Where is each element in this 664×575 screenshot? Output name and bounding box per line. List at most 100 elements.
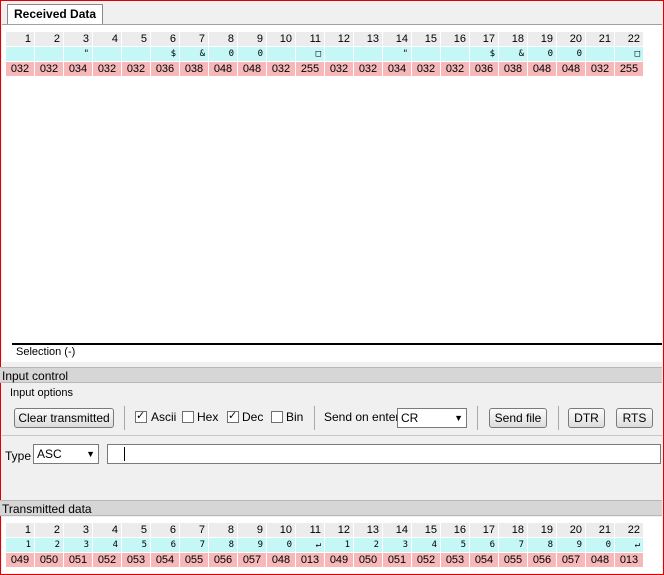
ascii-cell[interactable]: 8 (209, 538, 237, 552)
column-header[interactable]: 3 (64, 32, 92, 46)
column-header[interactable]: 19 (528, 523, 556, 537)
column-header[interactable]: 21 (586, 32, 614, 46)
ascii-cell[interactable]: 4 (93, 538, 121, 552)
column-header[interactable]: 3 (64, 523, 92, 537)
column-header[interactable]: 11 (296, 32, 324, 46)
column-header[interactable]: 12 (325, 32, 353, 46)
ascii-cell[interactable] (325, 47, 353, 61)
send-file-button[interactable]: Send file (489, 408, 547, 428)
column-header[interactable]: 13 (354, 523, 382, 537)
column-header[interactable]: 7 (180, 523, 208, 537)
column-header[interactable]: 14 (383, 32, 411, 46)
ascii-cell[interactable]: ↵ (615, 538, 643, 552)
dec-cell[interactable]: 057 (557, 553, 585, 567)
column-header[interactable]: 18 (499, 32, 527, 46)
dec-cell[interactable]: 056 (528, 553, 556, 567)
dec-cell[interactable]: 032 (267, 62, 295, 76)
ascii-cell[interactable] (412, 47, 440, 61)
column-header[interactable]: 19 (528, 32, 556, 46)
send-on-enter-select[interactable]: CR ▼ (397, 408, 467, 428)
column-header[interactable]: 4 (93, 523, 121, 537)
dec-cell[interactable]: 048 (528, 62, 556, 76)
dec-cell[interactable]: 048 (557, 62, 585, 76)
ascii-cell[interactable] (6, 47, 34, 61)
column-header[interactable]: 12 (325, 523, 353, 537)
dec-cell[interactable]: 051 (64, 553, 92, 567)
ascii-cell[interactable]: □ (296, 47, 324, 61)
dec-cell[interactable]: 052 (93, 553, 121, 567)
column-header[interactable]: 20 (557, 523, 585, 537)
ascii-cell[interactable]: 0 (209, 47, 237, 61)
dec-cell[interactable]: 032 (325, 62, 353, 76)
column-header[interactable]: 21 (586, 523, 614, 537)
column-header[interactable]: 5 (122, 523, 150, 537)
column-header[interactable]: 4 (93, 32, 121, 46)
column-header[interactable]: 22 (615, 32, 643, 46)
column-header[interactable]: 1 (6, 523, 34, 537)
ascii-cell[interactable]: 2 (354, 538, 382, 552)
column-header[interactable]: 2 (35, 32, 63, 46)
ascii-cell[interactable]: □ (615, 47, 643, 61)
ascii-cell[interactable] (441, 47, 469, 61)
column-header[interactable]: 9 (238, 32, 266, 46)
column-header[interactable]: 15 (412, 32, 440, 46)
dec-cell[interactable]: 036 (470, 62, 498, 76)
dec-cell[interactable]: 050 (35, 553, 63, 567)
dec-cell[interactable]: 048 (586, 553, 614, 567)
dec-cell[interactable]: 052 (412, 553, 440, 567)
dtr-button[interactable]: DTR (568, 408, 605, 428)
column-header[interactable]: 16 (441, 523, 469, 537)
column-header[interactable]: 6 (151, 32, 179, 46)
hex-checkbox[interactable] (182, 411, 194, 423)
ascii-cell[interactable] (267, 47, 295, 61)
ascii-cell[interactable]: 0 (586, 538, 614, 552)
ascii-cell[interactable]: & (180, 47, 208, 61)
column-header[interactable]: 6 (151, 523, 179, 537)
dec-cell[interactable]: 032 (122, 62, 150, 76)
column-header[interactable]: 1 (6, 32, 34, 46)
column-header[interactable]: 11 (296, 523, 324, 537)
ascii-cell[interactable]: 8 (528, 538, 556, 552)
column-header[interactable]: 9 (238, 523, 266, 537)
ascii-cell[interactable]: 9 (557, 538, 585, 552)
ascii-cell[interactable]: 5 (122, 538, 150, 552)
ascii-cell[interactable]: 7 (180, 538, 208, 552)
ascii-cell[interactable]: 0 (238, 47, 266, 61)
ascii-cell[interactable] (354, 47, 382, 61)
dec-cell[interactable]: 054 (470, 553, 498, 567)
ascii-cell[interactable]: 2 (35, 538, 63, 552)
ascii-cell[interactable] (35, 47, 63, 61)
dec-cell[interactable]: 048 (267, 553, 295, 567)
ascii-cell[interactable]: " (64, 47, 92, 61)
dec-cell[interactable]: 048 (238, 62, 266, 76)
dec-cell[interactable]: 055 (180, 553, 208, 567)
ascii-cell[interactable]: $ (151, 47, 179, 61)
column-header[interactable]: 22 (615, 523, 643, 537)
column-header[interactable]: 20 (557, 32, 585, 46)
ascii-cell[interactable]: 3 (383, 538, 411, 552)
dec-cell[interactable]: 032 (6, 62, 34, 76)
ascii-cell[interactable]: $ (470, 47, 498, 61)
dec-cell[interactable]: 032 (93, 62, 121, 76)
dec-cell[interactable]: 051 (383, 553, 411, 567)
ascii-cell[interactable]: ↵ (296, 538, 324, 552)
ascii-cell[interactable]: 1 (6, 538, 34, 552)
column-header[interactable]: 10 (267, 32, 295, 46)
ascii-cell[interactable]: " (383, 47, 411, 61)
ascii-cell[interactable] (93, 47, 121, 61)
rts-button[interactable]: RTS (616, 408, 653, 428)
column-header[interactable]: 16 (441, 32, 469, 46)
ascii-cell[interactable]: 1 (325, 538, 353, 552)
ascii-cell[interactable]: 0 (267, 538, 295, 552)
dec-cell[interactable]: 050 (354, 553, 382, 567)
column-header[interactable]: 10 (267, 523, 295, 537)
bin-checkbox[interactable] (271, 411, 283, 423)
dec-cell[interactable]: 032 (586, 62, 614, 76)
dec-checkbox[interactable] (227, 409, 239, 423)
dec-cell[interactable]: 032 (441, 62, 469, 76)
ascii-cell[interactable]: 0 (557, 47, 585, 61)
column-header[interactable]: 15 (412, 523, 440, 537)
dec-cell[interactable]: 053 (441, 553, 469, 567)
ascii-cell[interactable]: 9 (238, 538, 266, 552)
ascii-cell[interactable]: 7 (499, 538, 527, 552)
